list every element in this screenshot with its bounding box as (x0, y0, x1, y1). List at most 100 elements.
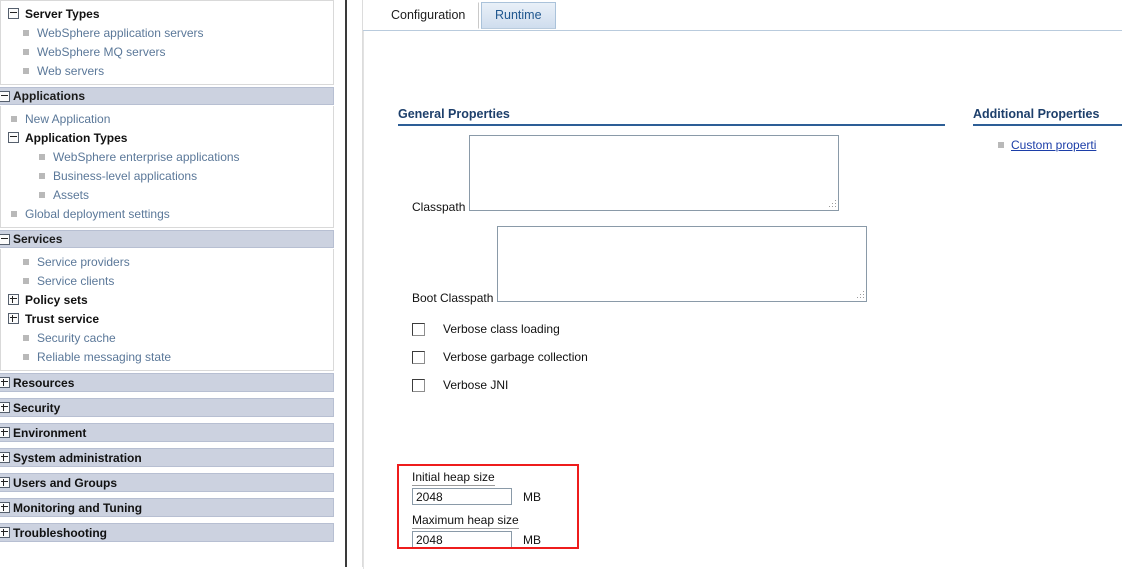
plus-box-icon[interactable] (0, 452, 11, 463)
main-content-panel: Configuration Runtime General Properties… (363, 0, 1122, 569)
general-properties-title: General Properties (398, 107, 945, 126)
initial-heap-size-field: Initial heap size MB (412, 470, 541, 505)
minus-box-icon[interactable] (7, 132, 20, 143)
minus-box-icon[interactable] (0, 90, 11, 102)
sidebar-item-label[interactable]: Assets (53, 188, 89, 202)
initial-heap-size-unit: MB (523, 489, 541, 504)
bullet-icon (19, 353, 32, 360)
verbose-garbage-collection-checkbox[interactable] (412, 350, 425, 364)
additional-properties-title: Additional Properties (973, 107, 1122, 126)
sidebar-section-security[interactable]: Security (0, 398, 334, 417)
plus-box-icon[interactable] (0, 377, 11, 388)
sidebar-item-label[interactable]: Reliable messaging state (37, 350, 171, 364)
sidebar-item-label[interactable]: New Application (25, 112, 110, 126)
sidebar-section-applications[interactable]: Applications (0, 87, 334, 105)
plus-box-icon[interactable] (7, 294, 20, 305)
sidebar-item-trust-service[interactable]: Trust service (1, 309, 333, 328)
verbose-garbage-collection-label: Verbose garbage collection (443, 350, 588, 364)
boot-classpath-textarea[interactable] (496, 226, 867, 302)
classpath-label: Classpath (412, 200, 466, 214)
sidebar-item-websphere-enterprise-applications[interactable]: WebSphere enterprise applications (1, 147, 333, 166)
bullet-icon (998, 142, 1004, 148)
sidebar-item-security-cache[interactable]: Security cache (1, 328, 333, 347)
sidebar-gutter (334, 0, 345, 567)
sidebar-section-resources[interactable]: Resources (0, 373, 334, 392)
plus-box-icon[interactable] (0, 427, 11, 438)
sidebar-group-server-types: Server Types WebSphere application server… (0, 0, 334, 85)
plus-box-icon[interactable] (0, 527, 11, 538)
sidebar-item-label[interactable]: WebSphere enterprise applications (53, 150, 240, 164)
sidebar-group-applications: New Application Application Types WebSpher… (0, 106, 334, 228)
sidebar-item-web-servers[interactable]: Web servers (1, 61, 333, 80)
plus-box-icon[interactable] (0, 477, 11, 488)
verbose-jni-row: Verbose JNI (398, 378, 983, 392)
sidebar-item-label[interactable]: Web servers (37, 64, 104, 78)
sidebar-section-users-and-groups[interactable]: Users and Groups (0, 473, 334, 492)
content-gutter (347, 0, 363, 567)
navigation-sidebar: Server Types WebSphere application server… (0, 0, 334, 567)
verbose-class-loading-row: Verbose class loading (398, 322, 983, 336)
sidebar-section-label: Resources (13, 375, 75, 390)
sidebar-section-label: Monitoring and Tuning (13, 500, 143, 515)
sidebar-item-new-application[interactable]: New Application (1, 109, 333, 128)
bullet-icon (7, 210, 20, 217)
sidebar-item-label[interactable]: Business-level applications (53, 169, 197, 183)
sidebar-item-websphere-application-servers[interactable]: WebSphere application servers (1, 23, 333, 42)
sidebar-section-monitoring-and-tuning[interactable]: Monitoring and Tuning (0, 498, 334, 517)
console-page: Server Types WebSphere application server… (0, 0, 1122, 569)
classpath-textarea[interactable] (468, 135, 839, 211)
sidebar-section-label: Troubleshooting (13, 525, 107, 540)
initial-heap-size-input[interactable] (412, 488, 512, 505)
plus-box-icon[interactable] (7, 313, 20, 324)
bullet-icon (19, 334, 32, 341)
plus-box-icon[interactable] (0, 402, 11, 413)
sidebar-section-label: Applications (13, 89, 86, 103)
custom-properties-link[interactable]: Custom properti (1011, 138, 1096, 152)
initial-heap-size-label: Initial heap size (412, 470, 495, 486)
sidebar-item-policy-sets[interactable]: Policy sets (1, 290, 333, 309)
sidebar-item-label[interactable]: Service providers (37, 255, 130, 269)
sidebar-item-label: Policy sets (25, 292, 88, 307)
sidebar-item-websphere-mq-servers[interactable]: WebSphere MQ servers (1, 42, 333, 61)
bullet-icon (35, 191, 48, 198)
tabstrip: Configuration Runtime (363, 2, 1122, 31)
bullet-icon (35, 172, 48, 179)
sidebar-item-assets[interactable]: Assets (1, 185, 333, 204)
sidebar-section-services[interactable]: Services (0, 230, 334, 248)
sidebar-item-application-types[interactable]: Application Types (1, 128, 333, 147)
sidebar-item-service-providers[interactable]: Service providers (1, 252, 333, 271)
sidebar-item-label[interactable]: Service clients (37, 274, 114, 288)
bullet-icon (19, 67, 32, 74)
bullet-icon (19, 277, 32, 284)
sidebar-section-system-administration[interactable]: System administration (0, 448, 334, 467)
verbose-jni-checkbox[interactable] (412, 378, 425, 392)
verbose-jni-label: Verbose JNI (443, 378, 509, 392)
sidebar-item-label[interactable]: Security cache (37, 331, 116, 345)
boot-classpath-label: Boot Classpath (412, 291, 494, 305)
minus-box-icon[interactable] (7, 8, 20, 19)
sidebar-section-environment[interactable]: Environment (0, 423, 334, 442)
sidebar-item-label[interactable]: WebSphere MQ servers (37, 45, 166, 59)
verbose-class-loading-checkbox[interactable] (412, 322, 425, 336)
bullet-icon (7, 115, 20, 122)
sidebar-item-label[interactable]: Global deployment settings (25, 207, 170, 221)
sidebar-item-global-deployment-settings[interactable]: Global deployment settings (1, 204, 333, 223)
maximum-heap-size-label: Maximum heap size (412, 513, 519, 529)
maximum-heap-size-input[interactable] (412, 531, 512, 548)
plus-box-icon[interactable] (0, 502, 11, 513)
tab-configuration-label: Configuration (391, 8, 466, 22)
minus-box-icon[interactable] (0, 233, 11, 245)
sidebar-item-business-level-applications[interactable]: Business-level applications (1, 166, 333, 185)
tab-runtime[interactable]: Runtime (481, 2, 556, 29)
sidebar-section-label: Environment (13, 425, 87, 440)
sidebar-item-reliable-messaging-state[interactable]: Reliable messaging state (1, 347, 333, 366)
sidebar-item-service-clients[interactable]: Service clients (1, 271, 333, 290)
sidebar-section-troubleshooting[interactable]: Troubleshooting (0, 523, 334, 542)
sidebar-item-server-types[interactable]: Server Types (1, 4, 333, 23)
tab-configuration[interactable]: Configuration (377, 2, 480, 29)
sidebar-section-label: Services (13, 232, 63, 246)
sidebar-item-label[interactable]: WebSphere application servers (37, 26, 204, 40)
tab-content: General Properties Classpath Boot Classp… (363, 31, 1122, 569)
sidebar-item-label: Server Types (25, 6, 100, 21)
additional-property-row: Custom properti (973, 138, 1122, 152)
